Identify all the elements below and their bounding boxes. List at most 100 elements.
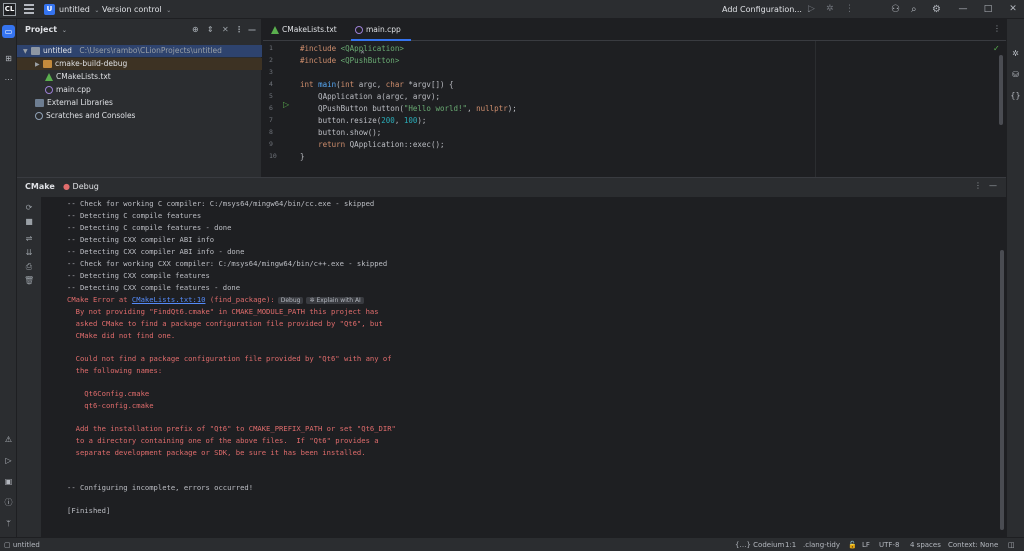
- editor: CMakeLists.txt main.cpp ✕ ⋮ 1 2 3 4 5 6 …: [263, 19, 1006, 177]
- database-icon[interactable]: ⛁: [1009, 68, 1022, 81]
- tab-label: CMakeLists.txt: [282, 25, 337, 34]
- tree-item-cmakelists[interactable]: CMakeLists.txt: [17, 71, 262, 83]
- run-gutter-icon[interactable]: ▷: [283, 100, 289, 109]
- tab-label: main.cpp: [366, 25, 401, 34]
- line-number: 8: [269, 128, 273, 136]
- editor-scrollbar[interactable]: [999, 55, 1003, 125]
- tree-item-cmake-build-debug[interactable]: ▶ cmake-build-debug: [17, 58, 262, 70]
- chevron-down-icon: ⌄: [166, 7, 172, 14]
- ai-assistant-icon[interactable]: ✲: [1009, 47, 1022, 60]
- tab-main-cpp[interactable]: main.cpp ✕: [351, 19, 411, 56]
- more-tools-icon[interactable]: ⋯: [2, 73, 15, 86]
- expand-icon[interactable]: ✕: [222, 19, 229, 41]
- debug-icon[interactable]: ✲: [826, 2, 834, 17]
- code-line: int main(int argc, char *argv[]) {: [300, 80, 454, 89]
- more-actions-icon[interactable]: ⋮: [845, 2, 854, 17]
- hide-icon[interactable]: —: [248, 19, 256, 41]
- collapse-icon[interactable]: ⇕: [207, 19, 214, 41]
- line-separator[interactable]: LF: [862, 540, 870, 550]
- services-tool-icon[interactable]: ▷: [2, 454, 15, 467]
- project-switcher[interactable]: untitled ⌄: [59, 2, 99, 17]
- vcs-label: Version control: [102, 5, 162, 14]
- inspection-profile[interactable]: .clang-tidy: [803, 540, 840, 550]
- options-icon[interactable]: ⋮: [974, 181, 982, 190]
- error-line: Could not find a package configuration f…: [67, 354, 392, 363]
- title-bar: CL U untitled ⌄ Version control ⌄ Add Co…: [0, 0, 1024, 19]
- target-icon[interactable]: ⊕: [192, 19, 199, 41]
- more-tabs-icon[interactable]: ⋮: [993, 24, 1001, 33]
- tree-item-main-cpp[interactable]: main.cpp: [17, 84, 262, 96]
- error-line: CMake did not find one.: [67, 331, 176, 340]
- error-suffix: (find_package):: [205, 295, 275, 304]
- tree-item-root[interactable]: ▼ untitled C:\Users\rambo\CLionProjects\u…: [17, 45, 262, 57]
- reload-icon[interactable]: ⟳: [24, 203, 34, 213]
- chevron-right-icon: ▶: [35, 61, 40, 68]
- run-config-selector[interactable]: Add Configuration... ⌄: [722, 2, 812, 17]
- maximize-button[interactable]: □: [978, 1, 998, 18]
- problems-list-icon[interactable]: ⓘ: [2, 496, 15, 509]
- code-with-me-icon[interactable]: {}: [1009, 89, 1022, 102]
- cmake-icon: [45, 73, 53, 81]
- context-selector[interactable]: Context: None: [948, 540, 998, 550]
- codeium-widget[interactable]: {…} Codeium: [735, 540, 784, 550]
- clear-icon[interactable]: 🗑: [24, 276, 34, 286]
- tool-window-header: CMake ● Debug ⋮ —: [17, 178, 1006, 197]
- tab-cmake[interactable]: CMake: [25, 182, 55, 191]
- line-number: 2: [269, 56, 273, 64]
- status-breadcrumb[interactable]: ▢ untitled: [4, 540, 40, 550]
- run-config-label: Add Configuration...: [722, 5, 802, 14]
- cmake-tool-window: CMake ● Debug ⋮ — ⟳ ■ ⇌ ⇊ ⎙ 🗑 -- Check f…: [17, 177, 1006, 538]
- project-panel-title[interactable]: Project: [25, 25, 57, 34]
- line-number: 10: [269, 152, 277, 160]
- tab-debug[interactable]: ● Debug: [63, 182, 99, 191]
- project-tool-icon[interactable]: ▭: [2, 25, 15, 38]
- output-line: [Finished]: [67, 506, 111, 515]
- vcs-menu[interactable]: Version control ⌄: [102, 2, 171, 17]
- problems-tool-icon[interactable]: ⚠: [2, 433, 15, 446]
- minimize-button[interactable]: —: [953, 1, 973, 18]
- scroll-to-end-icon[interactable]: ⇊: [24, 248, 34, 258]
- output-line: -- Detecting CXX compile features - done: [67, 283, 241, 292]
- debug-button[interactable]: Debug: [277, 297, 304, 304]
- error-source-link[interactable]: CMakeLists.txt:10: [132, 295, 206, 304]
- file-encoding[interactable]: UTF-8: [879, 540, 899, 550]
- explain-with-ai-button[interactable]: ✲ Explain with AI: [306, 297, 364, 304]
- project-icon: ▢: [4, 541, 11, 549]
- output-line: -- Configuring incomplete, errors occurr…: [67, 483, 254, 492]
- soft-wrap-icon[interactable]: ⇌: [24, 234, 34, 244]
- structure-tool-icon[interactable]: ⊞: [2, 52, 15, 65]
- main-menu-icon[interactable]: [24, 4, 34, 14]
- run-icon[interactable]: ▷: [808, 2, 815, 17]
- stop-icon[interactable]: ■: [24, 217, 34, 227]
- output-line: -- Detecting CXX compiler ABI info: [67, 235, 215, 244]
- indent-setting[interactable]: 4 spaces: [910, 540, 941, 550]
- tree-label: External Libraries: [47, 98, 113, 107]
- console-scrollbar[interactable]: [1000, 250, 1004, 530]
- tree-item-scratches[interactable]: Scratches and Consoles: [17, 110, 262, 122]
- print-icon[interactable]: ⎙: [24, 262, 34, 272]
- tree-item-external-libraries[interactable]: External Libraries: [17, 97, 262, 109]
- line-number: 6: [269, 104, 273, 112]
- project-panel: Project ⌄ ⊕ ⇕ ✕ ⋮ — ▼ untitled C:\Users\r…: [17, 19, 262, 177]
- tab-cmakelists[interactable]: CMakeLists.txt: [267, 19, 353, 41]
- right-tool-strip: ✲ ⛁ {}: [1006, 19, 1024, 537]
- close-button[interactable]: ✕: [1003, 1, 1023, 18]
- error-line: Add the installation prefix of "Qt6" to …: [67, 424, 396, 433]
- read-only-lock-icon[interactable]: 🔓: [848, 540, 857, 550]
- gear-icon[interactable]: ⚙: [932, 2, 941, 17]
- git-tool-icon[interactable]: ᛘ: [2, 517, 15, 530]
- hide-icon[interactable]: —: [989, 181, 997, 190]
- add-user-icon[interactable]: ⚇: [891, 2, 900, 17]
- search-icon[interactable]: ⌕: [911, 2, 917, 17]
- inspection-ok-icon[interactable]: ✓: [993, 44, 1000, 53]
- caret-position[interactable]: 1:1: [785, 540, 796, 550]
- line-number: 4: [269, 80, 273, 88]
- terminal-tool-icon[interactable]: ▣: [2, 475, 15, 488]
- error-line: qt6-config.cmake: [67, 401, 154, 410]
- notifications-icon[interactable]: ◫: [1008, 540, 1015, 550]
- tree-label: Scratches and Consoles: [46, 111, 136, 120]
- code-line: QPushButton button("Hello world!", nullp…: [300, 104, 517, 113]
- error-icon: ●: [63, 182, 70, 191]
- cpp-file-icon: [355, 26, 363, 34]
- options-icon[interactable]: ⋮: [235, 19, 243, 41]
